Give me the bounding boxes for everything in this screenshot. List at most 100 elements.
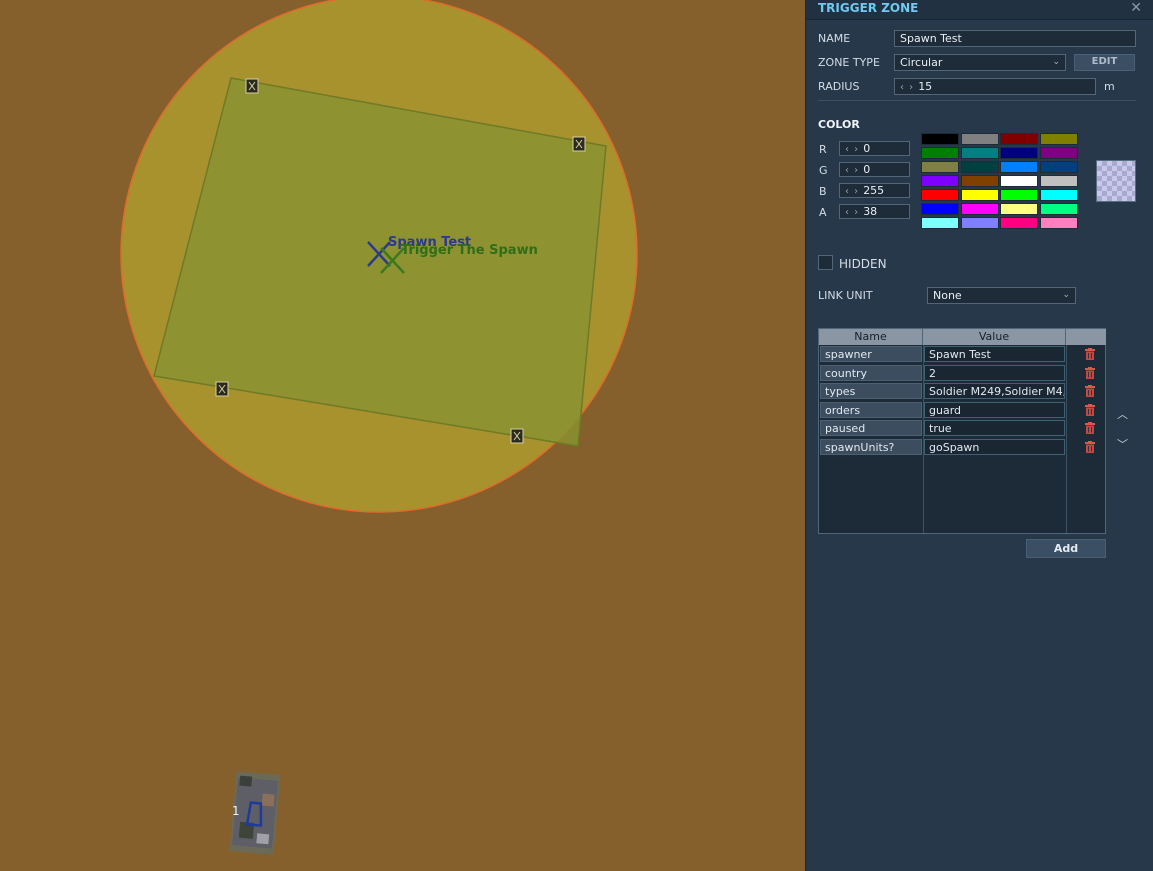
channel-input-r[interactable]: ‹ › 0 (839, 141, 910, 156)
row-name-cell[interactable]: spawner (820, 346, 922, 362)
chevron-down-icon: ⌄ (1062, 290, 1070, 300)
zone-type-value: Circular (900, 56, 943, 69)
color-swatch[interactable] (960, 161, 999, 173)
unit-number-label: 1 (232, 804, 240, 818)
trash-icon[interactable] (1085, 366, 1095, 379)
row-name-cell[interactable]: orders (820, 401, 922, 418)
trigger-zone-panel: TRIGGER ZONE ✕ NAME Spawn Test ZONE TYPE… (805, 0, 1153, 871)
channel-value-g: 0 (863, 163, 871, 176)
color-swatch[interactable] (921, 161, 959, 173)
vertex-marker[interactable] (215, 381, 229, 397)
color-swatch[interactable] (960, 147, 999, 159)
channel-input-g[interactable]: ‹ › 0 (839, 162, 910, 177)
color-swatch[interactable] (921, 189, 959, 201)
zone-type-select[interactable]: Circular ⌄ (894, 54, 1066, 71)
color-swatch[interactable] (1000, 203, 1038, 215)
move-up-icon[interactable]: ︿ (1117, 406, 1128, 422)
stepper-arrows-icon[interactable]: ‹ › (845, 165, 859, 176)
chevron-down-icon: ⌄ (1052, 57, 1060, 67)
panel-header: TRIGGER ZONE ✕ (806, 0, 1153, 20)
color-swatch[interactable] (1000, 217, 1038, 229)
trash-icon[interactable] (1085, 403, 1095, 416)
color-swatch[interactable] (1039, 161, 1078, 173)
hidden-checkbox[interactable] (818, 255, 833, 270)
color-swatch[interactable] (1039, 133, 1078, 145)
color-swatch[interactable] (1000, 189, 1038, 201)
color-swatch[interactable] (1000, 147, 1038, 159)
radius-input[interactable]: ‹ › 15 (894, 78, 1096, 95)
row-value-cell[interactable]: Soldier M249,Soldier M4,Soldier (924, 383, 1065, 399)
column-header-name[interactable]: Name (819, 329, 923, 345)
row-value-cell[interactable]: 2 (924, 364, 1065, 381)
add-button[interactable]: Add (1026, 539, 1106, 558)
properties-table: Name Value spawner Spawn Test country 2 type… (818, 328, 1106, 534)
trash-icon[interactable] (1085, 440, 1095, 453)
color-swatch[interactable] (960, 217, 999, 229)
column-header-actions (1066, 329, 1106, 345)
color-swatch[interactable] (960, 175, 999, 187)
zone-label-trigger: Trigger The Spawn (401, 243, 538, 258)
color-swatch[interactable] (1039, 203, 1078, 215)
radius-label: RADIUS (818, 80, 860, 93)
color-swatch[interactable] (960, 133, 999, 145)
row-value-cell[interactable]: goSpawn (924, 438, 1065, 455)
color-swatch[interactable] (921, 133, 959, 145)
channel-label-b: B (819, 185, 827, 198)
color-preview (1096, 160, 1136, 202)
panel-title: TRIGGER ZONE (818, 1, 919, 15)
row-name-cell[interactable]: types (820, 383, 922, 399)
channel-value-a: 38 (863, 205, 878, 218)
channel-value-b: 255 (863, 184, 885, 197)
trash-icon[interactable] (1085, 422, 1095, 434)
channel-value-r: 0 (863, 142, 871, 155)
vertex-marker[interactable] (510, 428, 524, 444)
stepper-arrows-icon[interactable]: ‹ › (845, 186, 859, 197)
radius-unit: m (1104, 80, 1115, 93)
move-down-icon[interactable]: ﹀ (1117, 436, 1128, 452)
column-header-value[interactable]: Value (923, 329, 1066, 345)
color-swatch[interactable] (921, 175, 959, 187)
row-name-cell[interactable]: paused (820, 420, 922, 436)
color-swatch[interactable] (960, 189, 999, 201)
color-swatch[interactable] (1000, 133, 1038, 145)
close-icon[interactable]: ✕ (1130, 0, 1142, 16)
row-name-cell[interactable]: country (820, 364, 922, 381)
map-canvas[interactable]: Spawn Test Trigger The Spawn (0, 0, 805, 871)
color-swatch[interactable] (1039, 147, 1078, 159)
channel-label-g: G (819, 164, 828, 177)
color-swatch[interactable] (921, 217, 959, 229)
trash-icon[interactable] (1085, 385, 1095, 397)
vertex-marker[interactable] (572, 136, 586, 152)
color-swatch[interactable] (1039, 217, 1078, 229)
zone-type-label: ZONE TYPE (818, 56, 880, 69)
stepper-arrows-icon[interactable]: ‹ › (845, 207, 859, 218)
name-label: NAME (818, 32, 851, 45)
channel-label-r: R (819, 143, 827, 156)
channel-input-b[interactable]: ‹ › 255 (839, 183, 910, 198)
link-unit-value: None (933, 289, 962, 302)
name-input[interactable]: Spawn Test (894, 30, 1136, 47)
stepper-arrows-icon[interactable]: ‹ › (900, 82, 914, 93)
radius-value: 15 (918, 80, 933, 93)
link-unit-label: LINK UNIT (818, 289, 873, 302)
row-value-cell[interactable]: Spawn Test (924, 346, 1065, 362)
color-swatch[interactable] (1000, 175, 1038, 187)
trash-icon[interactable] (1085, 348, 1095, 360)
map-viewport[interactable]: Spawn Test Trigger The Spawn 1 (0, 0, 805, 871)
edit-button[interactable]: EDIT (1074, 54, 1135, 71)
channel-label-a: A (819, 206, 827, 219)
color-swatch[interactable] (1039, 189, 1078, 201)
color-swatch[interactable] (921, 203, 959, 215)
color-swatch[interactable] (1039, 175, 1078, 187)
row-name-cell[interactable]: spawnUnits? (820, 438, 922, 455)
row-value-cell[interactable]: true (924, 420, 1065, 436)
color-swatch[interactable] (960, 203, 999, 215)
channel-input-a[interactable]: ‹ › 38 (839, 204, 910, 219)
color-swatch[interactable] (1000, 161, 1038, 173)
vertex-marker[interactable] (245, 78, 259, 94)
column-divider (1066, 345, 1067, 533)
stepper-arrows-icon[interactable]: ‹ › (845, 144, 859, 155)
link-unit-select[interactable]: None ⌄ (927, 287, 1076, 304)
color-swatch[interactable] (921, 147, 959, 159)
row-value-cell[interactable]: guard (924, 401, 1065, 418)
